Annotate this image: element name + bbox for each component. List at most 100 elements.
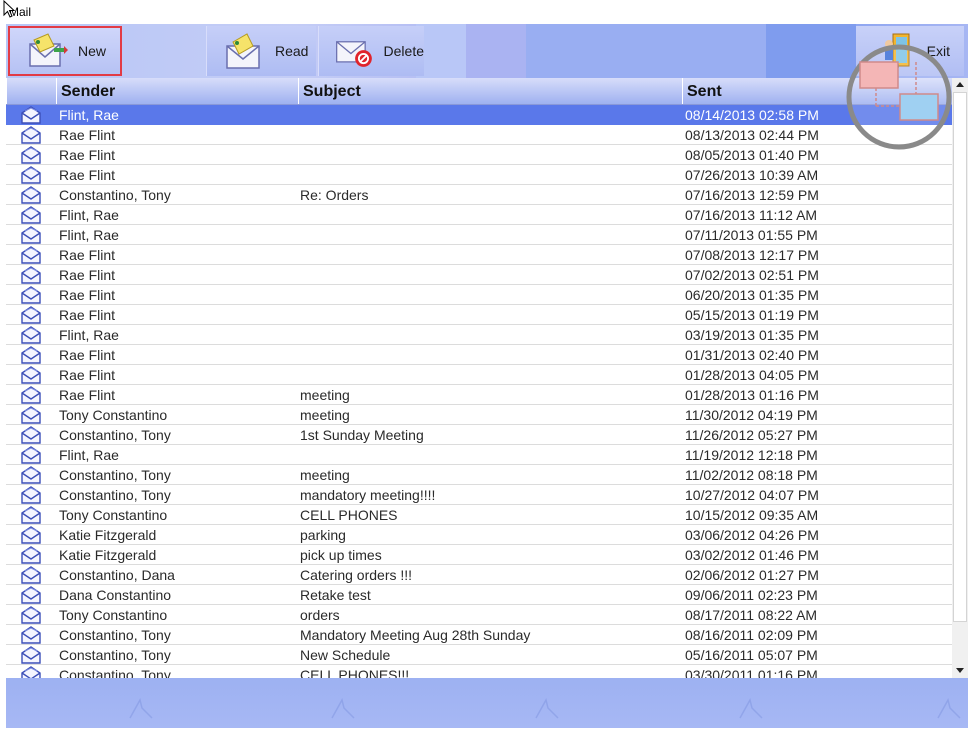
sender-cell: Flint, Rae	[59, 107, 119, 123]
envelope-icon	[21, 386, 41, 404]
message-row[interactable]: Constantino, Tony meeting 11/02/2012 08:18…	[6, 465, 952, 485]
scroll-down-icon[interactable]	[956, 668, 964, 673]
sender-cell: Rae Flint	[59, 167, 116, 183]
message-row[interactable]: Rae Flint meeting 01/28/2013 01:16 PM	[6, 385, 952, 405]
message-row[interactable]: Katie Fitzgerald parking 03/06/2012 04:26 …	[6, 525, 952, 545]
sender-cell: Rae Flint	[59, 127, 116, 143]
message-row[interactable]: Flint, Rae 11/19/2012 12:18 PM	[6, 445, 952, 465]
message-row[interactable]: Rae Flint 05/15/2013 01:19 PM	[6, 305, 952, 325]
envelope-icon	[21, 566, 41, 584]
new-button[interactable]: New	[8, 26, 122, 76]
footer-bar	[6, 678, 968, 728]
sent-cell: 08/05/2013 01:40 PM	[685, 147, 819, 163]
sent-cell: 03/30/2011 01:16 PM	[685, 667, 818, 678]
message-row[interactable]: Flint, Rae 07/11/2013 01:55 PM	[6, 225, 952, 245]
read-mail-icon	[226, 33, 260, 69]
toolbar-filler	[466, 24, 526, 78]
envelope-icon	[21, 546, 41, 564]
message-row[interactable]: Constantino, Tony Mandatory Meeting Aug 2…	[6, 625, 952, 645]
message-row[interactable]: Flint, Rae 03/19/2013 01:35 PM	[6, 325, 952, 345]
envelope-icon	[21, 606, 41, 624]
sender-cell: Tony Constantino	[59, 507, 168, 523]
read-button[interactable]: Read	[206, 26, 316, 76]
message-row[interactable]: Tony Constantino orders 08/17/2011 08:22 A…	[6, 605, 952, 625]
subject-column-header[interactable]: Subject	[298, 78, 682, 104]
sent-cell: 07/11/2013 01:55 PM	[685, 227, 818, 243]
message-row[interactable]: Tony Constantino CELL PHONES 10/15/2012 09…	[6, 505, 952, 525]
message-row[interactable]: Tony Constantino meeting 11/30/2012 04:19 …	[6, 405, 952, 425]
subject-cell: Re: Orders	[300, 187, 369, 203]
sender-cell: Rae Flint	[59, 367, 116, 383]
envelope-icon	[21, 506, 41, 524]
envelope-icon	[21, 426, 41, 444]
subject-cell: 1st Sunday Meeting	[300, 427, 424, 443]
delete-button[interactable]: Delete	[318, 26, 424, 76]
sender-cell: Flint, Rae	[59, 447, 119, 463]
message-row[interactable]: Constantino, Tony 1st Sunday Meeting 11/26…	[6, 425, 952, 445]
watermark-icon	[535, 698, 559, 719]
message-row[interactable]: Constantino, Tony Re: Orders 07/16/2013 12…	[6, 185, 952, 205]
message-row[interactable]: Rae Flint 01/28/2013 04:05 PM	[6, 365, 952, 385]
message-list: Sender Subject Sent Flint, Rae 08/14/2013…	[6, 78, 968, 678]
sent-cell: 07/26/2013 10:39 AM	[685, 167, 819, 183]
message-row[interactable]: Katie Fitzgerald pick up times 03/02/2012 …	[6, 545, 952, 565]
watermark-icon	[331, 698, 355, 719]
delete-button-label: Delete	[383, 43, 424, 59]
sent-cell: 10/15/2012 09:35 AM	[685, 507, 819, 523]
sent-cell: 11/19/2012 12:18 PM	[685, 447, 818, 463]
sender-cell: Constantino, Tony	[59, 667, 171, 678]
message-row[interactable]: Rae Flint 07/08/2013 12:17 PM	[6, 245, 952, 265]
message-row[interactable]: Constantino, Tony CELL PHONES!!! 03/30/201…	[6, 665, 952, 678]
sender-cell: Dana Constantino	[59, 587, 172, 603]
sender-cell: Rae Flint	[59, 267, 116, 283]
sent-cell: 03/19/2013 01:35 PM	[685, 327, 819, 343]
sender-cell: Rae Flint	[59, 307, 116, 323]
message-row[interactable]: Flint, Rae 08/14/2013 02:58 PM	[6, 105, 952, 125]
envelope-icon	[21, 406, 41, 424]
sent-cell: 09/06/2011 02:23 PM	[685, 587, 818, 603]
sender-cell: Constantino, Tony	[59, 187, 171, 203]
sent-cell: 02/06/2012 01:27 PM	[685, 567, 819, 583]
message-row[interactable]: Rae Flint 07/02/2013 02:51 PM	[6, 265, 952, 285]
delete-mail-icon	[336, 41, 372, 67]
sent-cell: 11/02/2012 08:18 PM	[685, 467, 818, 483]
envelope-icon	[21, 446, 41, 464]
message-row[interactable]: Constantino, Tony mandatory meeting!!!! 10…	[6, 485, 952, 505]
vertical-scrollbar[interactable]	[952, 78, 968, 678]
sent-cell: 01/28/2013 04:05 PM	[685, 367, 819, 383]
subject-cell: Retake test	[300, 587, 371, 603]
sender-cell: Katie Fitzgerald	[59, 527, 157, 543]
envelope-icon	[21, 306, 41, 324]
sender-column-header[interactable]: Sender	[56, 78, 298, 104]
subject-cell: meeting	[300, 387, 350, 403]
message-row[interactable]: Flint, Rae 07/16/2013 11:12 AM	[6, 205, 952, 225]
sender-cell: Rae Flint	[59, 287, 116, 303]
subject-cell: mandatory meeting!!!!	[300, 487, 436, 503]
scrollbar-thumb[interactable]	[953, 92, 967, 622]
message-row[interactable]: Rae Flint 07/26/2013 10:39 AM	[6, 165, 952, 185]
message-row[interactable]: Rae Flint 08/05/2013 01:40 PM	[6, 145, 952, 165]
sent-cell: 07/16/2013 12:59 PM	[685, 187, 819, 203]
envelope-icon	[21, 666, 41, 678]
envelope-icon	[21, 486, 41, 504]
message-row[interactable]: Rae Flint 01/31/2013 02:40 PM	[6, 345, 952, 365]
message-row[interactable]: Constantino, Tony New Schedule 05/16/2011 …	[6, 645, 952, 665]
envelope-icon	[21, 366, 41, 384]
sent-cell: 05/16/2011 05:07 PM	[685, 647, 818, 663]
subject-cell: New Schedule	[300, 647, 391, 663]
sent-cell: 01/31/2013 02:40 PM	[685, 347, 819, 363]
message-row[interactable]: Rae Flint 08/13/2013 02:44 PM	[6, 125, 952, 145]
envelope-icon	[21, 246, 41, 264]
sender-cell: Katie Fitzgerald	[59, 547, 157, 563]
message-row[interactable]: Rae Flint 06/20/2013 01:35 PM	[6, 285, 952, 305]
message-row[interactable]: Constantino, Dana Catering orders !!! 02/0…	[6, 565, 952, 585]
sent-cell: 11/30/2012 04:19 PM	[685, 407, 818, 423]
message-row[interactable]: Dana Constantino Retake test 09/06/2011 02…	[6, 585, 952, 605]
envelope-icon	[21, 526, 41, 544]
envelope-icon	[21, 346, 41, 364]
sent-cell: 08/13/2013 02:44 PM	[685, 127, 819, 143]
read-button-label: Read	[275, 43, 309, 59]
subject-cell: meeting	[300, 407, 350, 423]
watermark-icon	[129, 698, 153, 719]
sender-cell: Rae Flint	[59, 147, 116, 163]
